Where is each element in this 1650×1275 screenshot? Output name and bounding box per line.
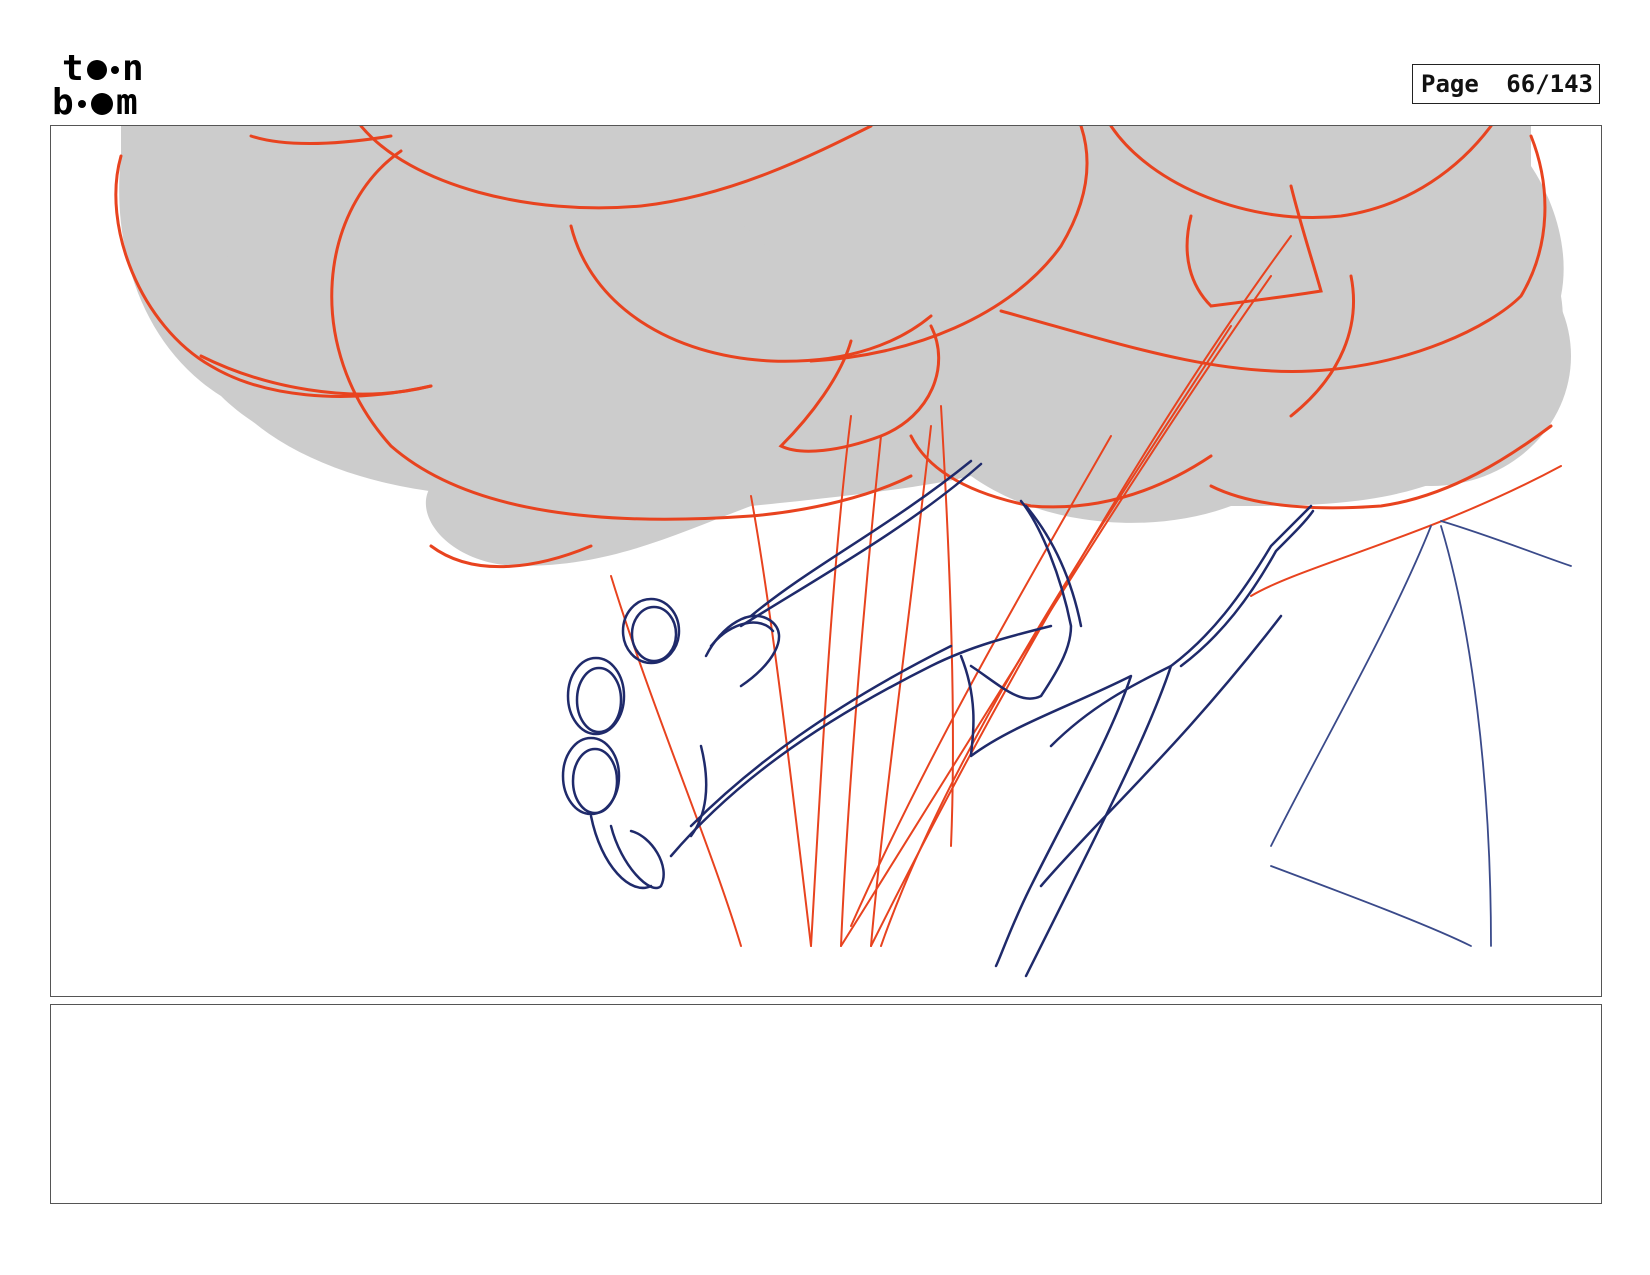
toon-boom-logo: t n b m bbox=[52, 50, 144, 120]
page-number: 66/143 bbox=[1506, 70, 1593, 98]
storyboard-panel bbox=[50, 125, 1602, 997]
sketch-drawing bbox=[114, 126, 1572, 978]
page-label: Page bbox=[1421, 70, 1479, 98]
character-hand-sketch bbox=[561, 459, 1315, 978]
panel-notes bbox=[50, 1004, 1602, 1204]
svg-text:m: m bbox=[116, 82, 138, 120]
background-structure-sketch bbox=[1270, 520, 1572, 947]
svg-text:b: b bbox=[52, 82, 74, 120]
page-counter: Page 66/143 bbox=[1412, 64, 1600, 104]
